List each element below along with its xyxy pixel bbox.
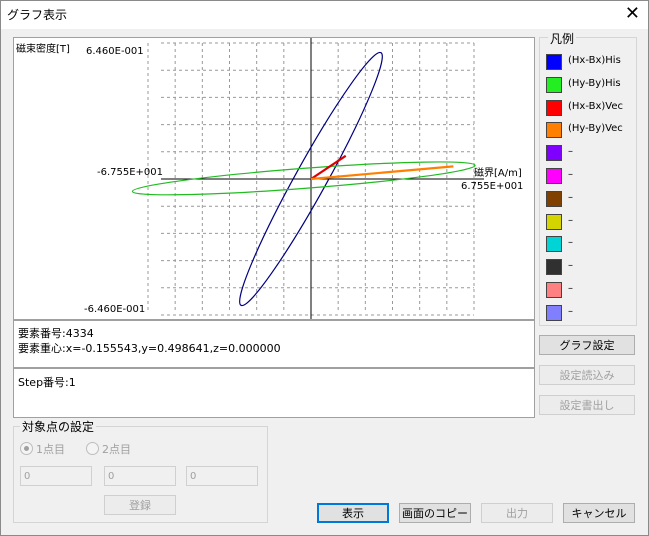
legend-swatch — [546, 54, 562, 70]
radio-dot-checked — [20, 442, 33, 455]
step-row: Step番号:1 — [18, 374, 76, 390]
legend-title: 凡例 — [548, 30, 577, 47]
element-centroid-label: 要素重心: — [18, 342, 66, 355]
legend-swatch — [546, 213, 562, 230]
step-value: 1 — [68, 376, 76, 389]
radio-point2-label: 2点目 — [102, 443, 131, 456]
legend-swatch — [546, 190, 562, 207]
legend-label: – — [568, 237, 573, 249]
copy-screen-button[interactable]: 画面のコピー — [399, 503, 471, 523]
legend-label: (Hy-By)Vec — [568, 123, 623, 135]
coord-field-2[interactable]: 0 — [104, 466, 176, 486]
legend-label: – — [568, 260, 573, 272]
save-settings-button[interactable]: 設定書出し — [539, 395, 635, 415]
target-group-title: 対象点の設定 — [20, 418, 97, 435]
output-button[interactable]: 出力 — [481, 503, 553, 523]
legend-label: – — [568, 169, 573, 180]
y-max-label: 6.460E-001 — [86, 46, 144, 57]
legend-label: – — [568, 214, 573, 226]
x-min-label: -6.755E+001 — [97, 167, 164, 178]
step-label: Step番号: — [18, 376, 69, 389]
legend-swatch — [546, 304, 562, 321]
hysteresis-loop — [131, 161, 476, 196]
legend-label: – — [568, 283, 573, 294]
register-button[interactable]: 登録 — [104, 495, 176, 515]
radio-point1[interactable]: 1点目 — [20, 441, 65, 457]
legend-label: – — [568, 305, 573, 317]
legend-swatch — [546, 122, 562, 139]
legend-swatch — [546, 282, 562, 298]
graph-settings-button[interactable]: グラフ設定 — [539, 335, 635, 355]
target-point-group: 対象点の設定 1点目 2点目 0 0 0 登録 — [13, 418, 268, 523]
x-axis-title: 磁界[A/m] — [474, 168, 522, 179]
element-centroid-value: x=-0.155543,y=0.498641,z=0.000000 — [65, 342, 281, 355]
radio-dot-unchecked — [86, 442, 99, 455]
legend-label: (Hx-Bx)Vec — [568, 100, 623, 112]
load-settings-button[interactable]: 設定読込み — [539, 365, 635, 385]
x-max-label: 6.755E+001 — [461, 181, 524, 192]
legend-label: – — [568, 146, 573, 158]
radio-point2[interactable]: 2点目 — [86, 441, 131, 457]
cancel-button[interactable]: キャンセル — [563, 503, 635, 523]
element-number-row: 要素番号:4334 — [18, 325, 94, 341]
legend-swatch — [546, 168, 562, 184]
graph-canvas — [131, 38, 484, 319]
y-min-label: -6.460E-001 — [84, 304, 146, 315]
graph-window: グラフ表示 ✕ 磁束密度[T] 6.460E-001 -6.755E+001 磁… — [0, 0, 649, 536]
title-bar: グラフ表示 ✕ — [1, 1, 648, 29]
close-icon[interactable]: ✕ — [625, 4, 640, 24]
legend-swatch — [546, 259, 562, 276]
step-panel: Step番号:1 — [13, 368, 535, 418]
legend-label: – — [568, 191, 573, 203]
legend-swatch — [546, 76, 562, 93]
legend-label: (Hy-By)His — [568, 77, 621, 89]
coord-field-1[interactable]: 0 — [20, 466, 92, 486]
element-info-panel: 要素番号:4334 要素重心:x=-0.155543,y=0.498641,z=… — [13, 320, 535, 368]
element-centroid-row: 要素重心:x=-0.155543,y=0.498641,z=0.000000 — [18, 340, 281, 356]
legend-swatch — [546, 99, 562, 116]
legend-label: (Hx-Bx)His — [568, 55, 621, 66]
y-axis-title: 磁束密度[T] — [16, 44, 70, 55]
window-title: グラフ表示 — [7, 8, 68, 22]
coord-field-3[interactable]: 0 — [186, 466, 258, 486]
legend-swatch — [546, 236, 562, 253]
legend-group: 凡例 (Hx-Bx)His (Hy-By)His (Hx-Bx)Vec (Hy-By)… — [539, 30, 637, 326]
element-number-label: 要素番号: — [18, 327, 66, 340]
show-button[interactable]: 表示 — [317, 503, 389, 523]
radio-point1-label: 1点目 — [36, 443, 65, 456]
element-number-value: 4334 — [65, 327, 94, 340]
graph-plot-area: 磁束密度[T] 6.460E-001 -6.755E+001 磁界[A/m] 6… — [13, 37, 535, 320]
legend-swatch — [546, 145, 562, 162]
